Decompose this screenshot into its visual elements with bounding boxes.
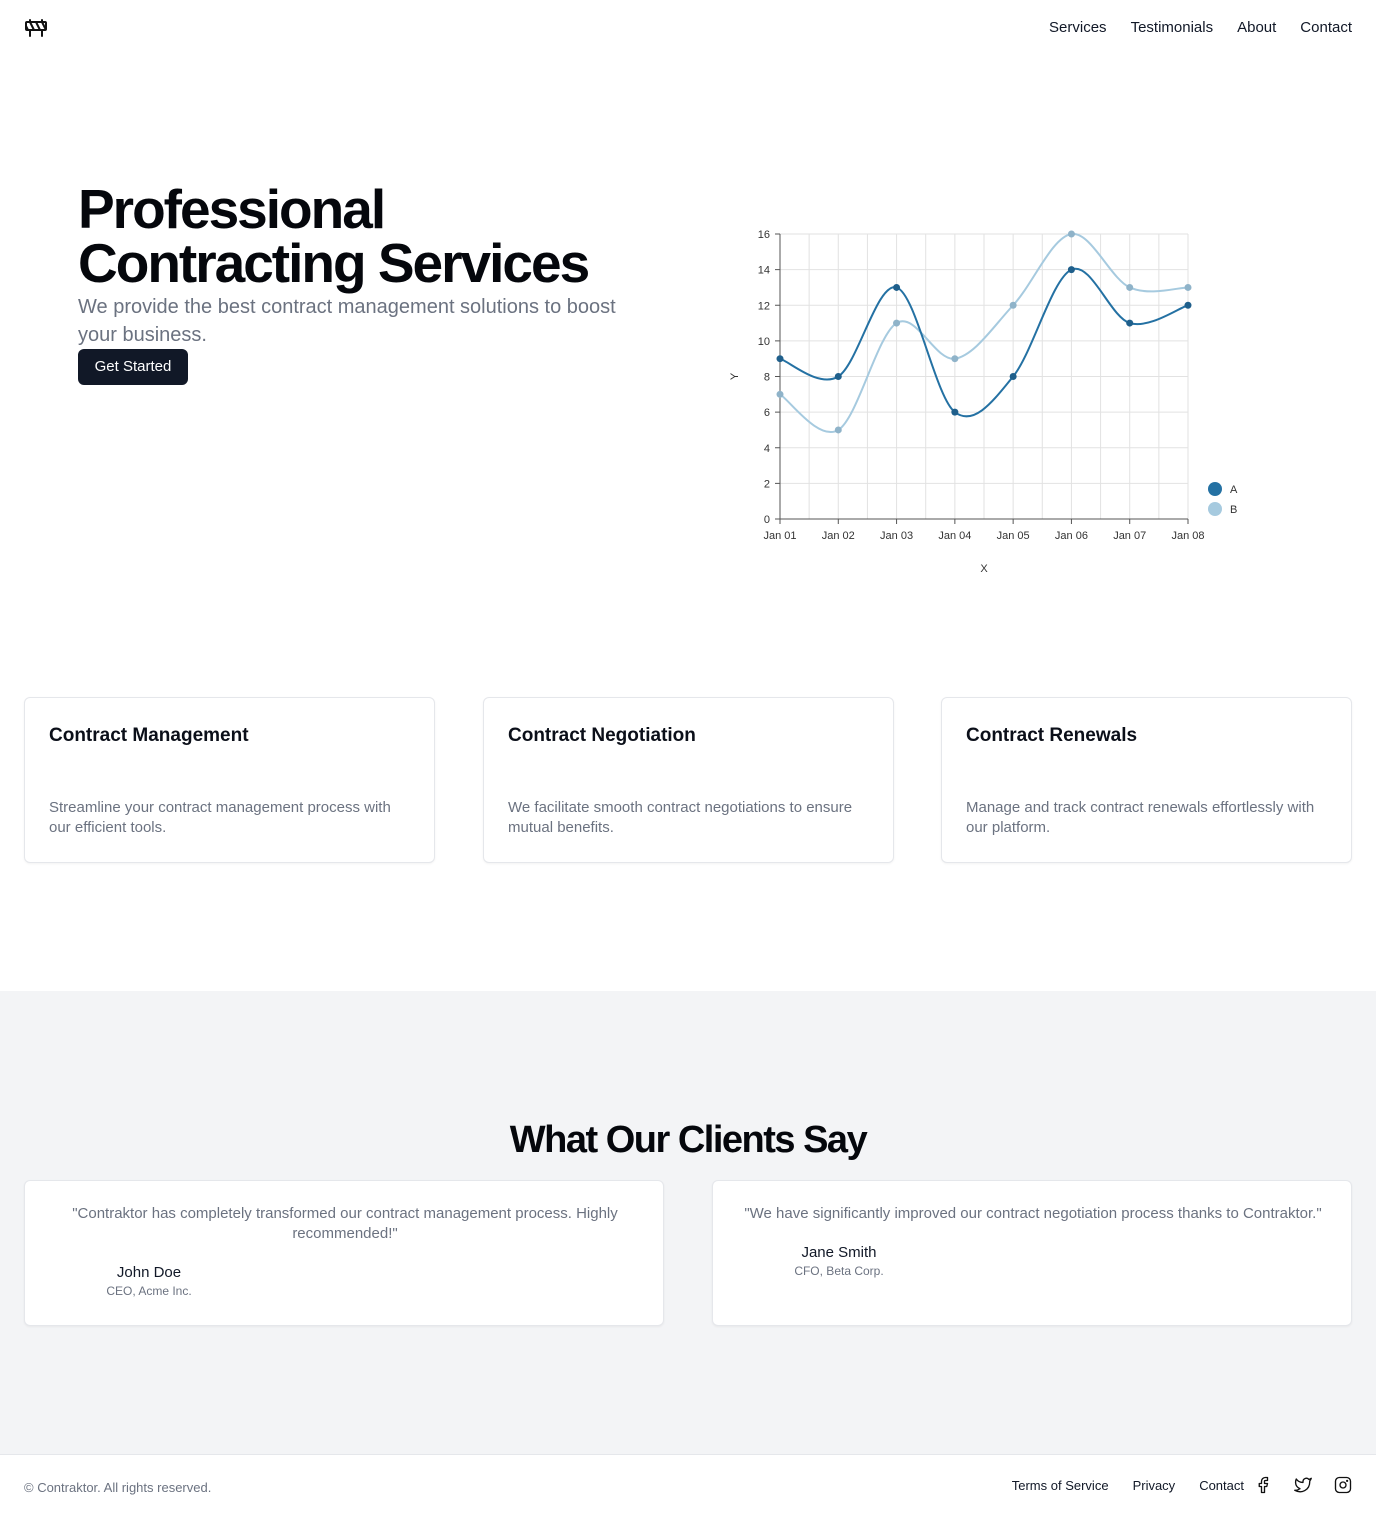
x-axis-label: X: [980, 563, 988, 575]
testimonial-role: CEO, Acme Inc.: [106, 1284, 192, 1298]
y-tick-label: 12: [758, 300, 770, 312]
testimonials-title: What Our Clients Say: [509, 1119, 868, 1161]
data-point-b: [951, 355, 959, 363]
x-tick-label: Jan 01: [763, 530, 796, 542]
y-tick-label: 6: [764, 407, 770, 419]
y-tick-label: 2: [764, 478, 770, 490]
nav-contact[interactable]: Contact: [1300, 18, 1352, 38]
legend-swatch-a: [1208, 482, 1222, 496]
site-header: Services Testimonials About Contact: [0, 0, 1376, 56]
legend-swatch-b: [1208, 502, 1222, 516]
main-nav: Services Testimonials About Contact: [1049, 18, 1352, 38]
service-description: Manage and track contract renewals effor…: [966, 799, 1315, 836]
x-tick-label: Jan 05: [997, 530, 1030, 542]
hero-title: Professional Contracting Services: [78, 178, 590, 294]
testimonial-quote: "Contraktor has completely transformed o…: [72, 1205, 618, 1242]
twitter-icon[interactable]: [1294, 1476, 1312, 1494]
road-barrier-icon[interactable]: [24, 16, 48, 40]
x-tick-label: Jan 04: [938, 530, 971, 542]
x-tick-label: Jan 08: [1171, 530, 1204, 542]
nav-testimonials[interactable]: Testimonials: [1131, 18, 1214, 38]
y-tick-label: 0: [764, 514, 770, 526]
site-footer: © Contraktor. All rights reserved. Terms…: [0, 1454, 1376, 1519]
footer-links: Terms of Service Privacy Contact: [988, 1476, 1352, 1494]
testimonial-card: "Contraktor has completely transformed o…: [24, 1180, 664, 1326]
data-point-b: [1126, 283, 1134, 291]
service-title: Contract Renewals: [966, 725, 1138, 746]
service-card-negotiation: Contract Negotiation We facilitate smoot…: [483, 697, 894, 863]
testimonial-card: "We have significantly improved our cont…: [712, 1180, 1352, 1326]
x-tick-label: Jan 06: [1055, 530, 1088, 542]
hero-subtitle: We provide the best contract management …: [78, 296, 616, 346]
y-tick-label: 14: [758, 265, 770, 277]
testimonial-quote: "We have significantly improved our cont…: [744, 1205, 1322, 1222]
y-tick-label: 16: [758, 229, 770, 241]
service-card-management: Contract Management Streamline your cont…: [24, 697, 435, 863]
data-point-b: [1184, 283, 1192, 291]
testimonials-section: What Our Clients Say "Contraktor has com…: [0, 991, 1376, 1454]
copyright-text: © Contraktor. All rights reserved.: [24, 1480, 212, 1495]
data-point-a: [1184, 301, 1192, 309]
x-tick-label: Jan 03: [880, 530, 913, 542]
legend-label-a: A: [1230, 484, 1238, 496]
data-point-a: [1067, 266, 1075, 274]
y-tick-label: 8: [764, 372, 770, 384]
service-card-renewals: Contract Renewals Manage and track contr…: [941, 697, 1352, 863]
instagram-icon[interactable]: [1334, 1476, 1352, 1494]
footer-link-privacy[interactable]: Privacy: [1133, 1478, 1176, 1493]
data-point-a: [951, 408, 959, 416]
service-title: Contract Management: [49, 725, 249, 746]
data-point-a: [1126, 319, 1134, 327]
y-tick-label: 10: [758, 336, 770, 348]
y-axis-label: Y: [729, 372, 741, 380]
facebook-icon[interactable]: [1254, 1476, 1272, 1494]
testimonial-role: CFO, Beta Corp.: [794, 1264, 884, 1278]
y-tick-label: 4: [764, 443, 770, 455]
data-point-b: [834, 426, 842, 434]
service-title: Contract Negotiation: [508, 725, 696, 746]
footer-link-terms[interactable]: Terms of Service: [1012, 1478, 1109, 1493]
testimonial-name: Jane Smith: [801, 1244, 877, 1261]
line-chart: 0 2 4 6 8 10 12 14 16 Jan 01 Jan 02 Jan 03 Jan 04 Jan…: [729, 229, 1238, 575]
x-tick-label: Jan 02: [822, 530, 855, 542]
x-tick-label: Jan 07: [1113, 530, 1146, 542]
data-point-a: [1009, 373, 1017, 380]
service-description: Streamline your contract management proc…: [49, 799, 391, 836]
legend-label-b: B: [1230, 504, 1237, 516]
data-point-b: [1067, 230, 1075, 238]
service-description: We facilitate smooth contract negotiatio…: [508, 799, 853, 836]
footer-link-contact[interactable]: Contact: [1199, 1478, 1244, 1493]
nav-services[interactable]: Services: [1049, 18, 1107, 38]
testimonial-name: John Doe: [116, 1264, 182, 1281]
data-point-a: [776, 355, 784, 363]
data-point-a: [893, 283, 901, 291]
data-point-b: [776, 390, 784, 398]
data-point-b: [893, 319, 901, 327]
get-started-button[interactable]: Get Started: [78, 349, 188, 385]
data-point-a: [834, 373, 842, 380]
nav-about[interactable]: About: [1237, 18, 1276, 38]
data-point-b: [1009, 301, 1017, 309]
